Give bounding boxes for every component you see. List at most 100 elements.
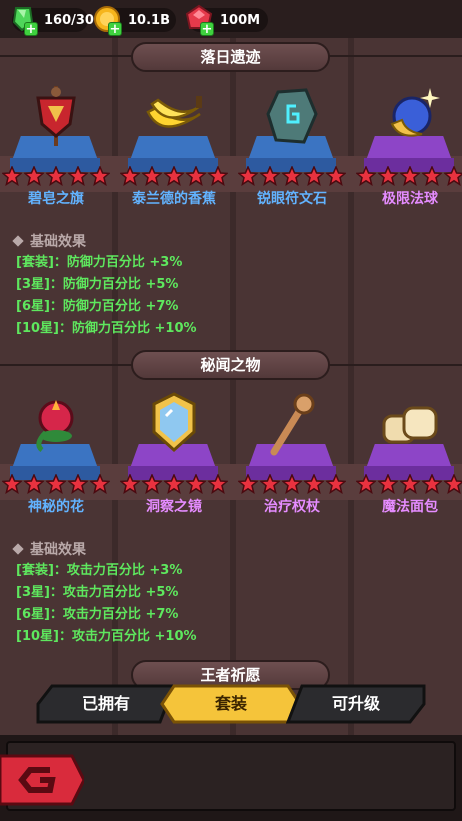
star-icon [422, 474, 442, 494]
star-icon [260, 474, 280, 494]
star-icon [378, 474, 398, 494]
section-title-secret-items: 秘闻之物 [131, 350, 330, 380]
star-icon [68, 474, 88, 494]
coin-counter[interactable]: + 10.1B [94, 6, 176, 37]
rune-stone-icon [266, 88, 318, 144]
star-icon [46, 166, 66, 186]
ruby-value: 100M [220, 12, 261, 28]
star-icon [208, 474, 228, 494]
effects-panel: 基础效果 [套装]：防御力百分比 +3% [3星]：防御力百分比 +5% [6星… [10, 230, 450, 340]
star-icon [2, 166, 22, 186]
star-rating [120, 166, 228, 186]
star-rating [120, 474, 228, 494]
star-rating [356, 166, 462, 186]
item-card[interactable]: 魔法面包 [354, 392, 462, 532]
banner-icon [36, 86, 76, 146]
star-icon [46, 474, 66, 494]
item-name: 碧皂之旗 [28, 191, 84, 207]
star-icon [356, 166, 376, 186]
star-icon [120, 166, 140, 186]
star-icon [90, 166, 110, 186]
star-icon [260, 166, 280, 186]
star-icon [356, 474, 376, 494]
item-name: 锐眼符文石 [257, 191, 327, 207]
magic-orb-icon [390, 88, 440, 137]
item-card[interactable]: 锐眼符文石 [236, 84, 348, 224]
effect-line: [10星]：防御力百分比 +10% [16, 321, 197, 336]
banana-icon [146, 96, 202, 128]
star-icon [90, 474, 110, 494]
star-icon [208, 166, 228, 186]
item-name: 魔法面包 [382, 499, 438, 515]
item-name: 极限法球 [382, 191, 438, 207]
star-icon [142, 166, 162, 186]
star-icon [24, 474, 44, 494]
tab-bar: 已拥有 套装 可升级 [36, 684, 426, 724]
star-icon [186, 166, 206, 186]
item-card[interactable]: 碧皂之旗 [0, 84, 112, 224]
item-name: 治疗权杖 [264, 499, 320, 515]
star-icon [444, 166, 462, 186]
menu-g-button[interactable] [0, 752, 84, 808]
add-energy-icon[interactable]: + [24, 22, 38, 37]
diamond-bullet-icon [12, 543, 24, 555]
star-icon [304, 166, 324, 186]
effects-panel: 基础效果 [套装]：攻击力百分比 +3% [3星]：攻击力百分比 +5% [6星… [10, 538, 450, 648]
item-card[interactable]: 治疗权杖 [236, 392, 348, 532]
bread-icon [382, 406, 438, 444]
star-icon [400, 474, 420, 494]
flower-icon [36, 400, 74, 452]
tab-set[interactable]: 套装 [160, 684, 302, 724]
star-icon [326, 166, 346, 186]
add-ruby-icon[interactable]: + [200, 22, 214, 37]
effect-line: [6星]：攻击力百分比 +7% [16, 607, 179, 622]
section-title-sunset-ruins: 落日遗迹 [131, 42, 330, 72]
tab-upgradable[interactable]: 可升级 [286, 684, 426, 724]
star-icon [68, 166, 88, 186]
star-rating [356, 474, 462, 494]
star-icon [142, 474, 162, 494]
star-icon [304, 474, 324, 494]
star-icon [186, 474, 206, 494]
star-icon [282, 166, 302, 186]
star-icon [326, 474, 346, 494]
ruby-counter[interactable]: + 100M [185, 4, 268, 37]
diamond-bullet-icon [12, 235, 24, 247]
item-card[interactable]: 洞察之镜 [118, 392, 230, 532]
star-icon [282, 474, 302, 494]
effect-line: [6星]：防御力百分比 +7% [16, 299, 179, 314]
item-name: 洞察之镜 [146, 499, 202, 515]
star-rating [2, 474, 110, 494]
add-coin-icon[interactable]: + [108, 22, 122, 37]
star-rating [2, 166, 110, 186]
star-icon [238, 474, 258, 494]
star-rating [238, 474, 346, 494]
star-icon [400, 166, 420, 186]
item-name: 神秘的花 [28, 499, 84, 515]
star-icon [164, 166, 184, 186]
effects-header: 基础效果 [10, 538, 450, 560]
item-card[interactable]: 泰兰德的香蕉 [118, 84, 230, 224]
effects-header: 基础效果 [10, 230, 450, 252]
effect-line: [套装]：防御力百分比 +3% [16, 255, 183, 270]
star-icon [2, 474, 22, 494]
star-icon [24, 166, 44, 186]
star-icon [238, 166, 258, 186]
star-icon [422, 166, 442, 186]
star-icon [378, 166, 398, 186]
staff-icon [270, 393, 315, 456]
energy-counter[interactable]: + 160/30 [12, 7, 94, 37]
star-icon [120, 474, 140, 494]
energy-value: 160/30 [44, 12, 94, 28]
mirror-icon [152, 392, 196, 453]
coin-value: 10.1B [128, 12, 170, 28]
star-icon [164, 474, 184, 494]
tab-owned[interactable]: 已拥有 [36, 684, 176, 724]
effect-line: [3星]：防御力百分比 +5% [16, 277, 179, 292]
currency-bar: + 160/30 + 10.1B + 100M [0, 0, 462, 38]
star-rating [238, 166, 346, 186]
item-card[interactable]: 神秘的花 [0, 392, 112, 532]
effect-line: [3星]：攻击力百分比 +5% [16, 585, 179, 600]
item-card[interactable]: 极限法球 [354, 84, 462, 224]
item-name: 泰兰德的香蕉 [132, 191, 216, 207]
